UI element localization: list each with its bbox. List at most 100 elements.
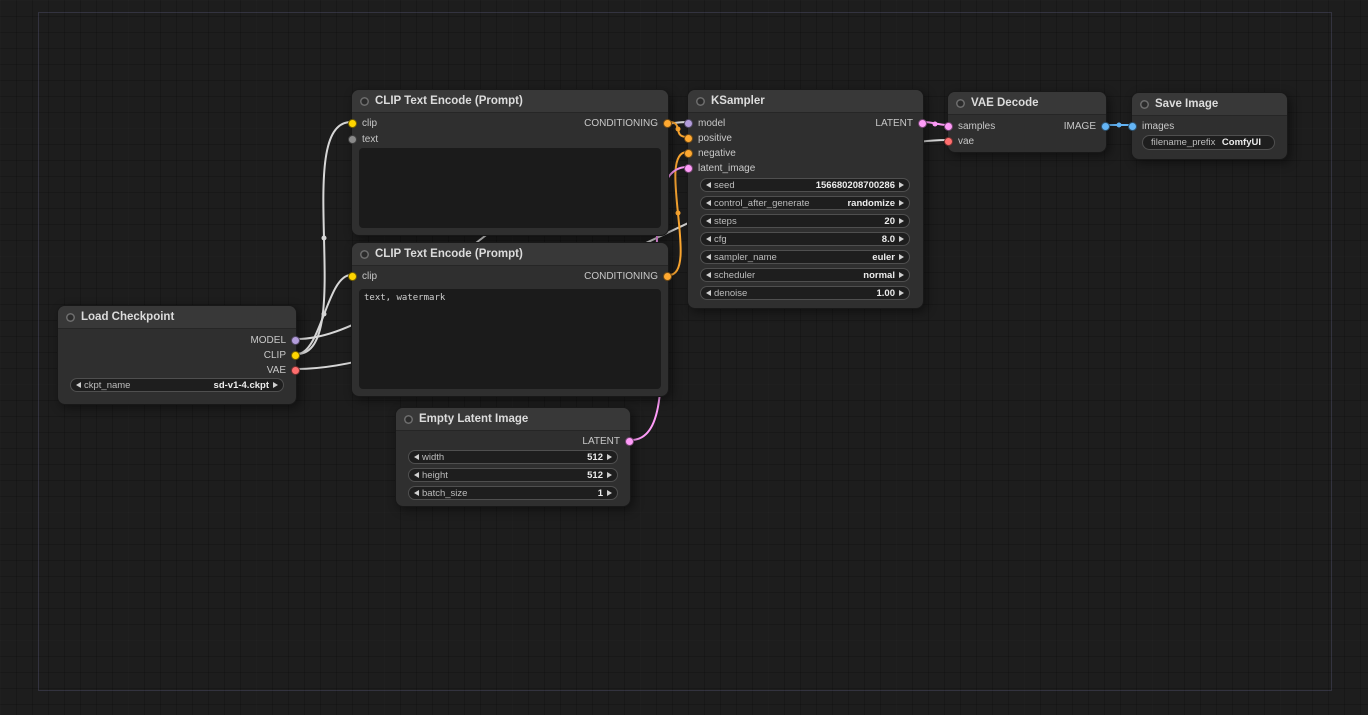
node-title-bar[interactable]: Save Image xyxy=(1132,93,1287,116)
steps-widget[interactable]: steps 20 xyxy=(700,214,910,228)
conditioning-port-dot[interactable] xyxy=(663,272,672,281)
input-port-positive[interactable]: positive xyxy=(684,131,732,145)
cfg-widget[interactable]: cfg 8.0 xyxy=(700,232,910,246)
denoise-widget[interactable]: denoise 1.00 xyxy=(700,286,910,300)
filename-prefix-widget[interactable]: filename_prefix ComfyUI xyxy=(1142,135,1275,150)
clip-port-dot[interactable] xyxy=(348,272,357,281)
increment-arrow-icon[interactable] xyxy=(899,290,904,296)
conditioning-port-dot[interactable] xyxy=(684,134,693,143)
collapse-toggle-icon[interactable] xyxy=(360,250,369,259)
node-title-bar[interactable]: VAE Decode xyxy=(948,92,1106,115)
node-title: CLIP Text Encode (Prompt) xyxy=(375,248,523,260)
increment-arrow-icon[interactable] xyxy=(899,272,904,278)
node-load-checkpoint[interactable]: Load Checkpoint MODEL CLIP VAE ckpt_name… xyxy=(57,305,297,405)
input-port-images[interactable]: images xyxy=(1128,119,1174,133)
node-ksampler[interactable]: KSampler model positive negative latent_… xyxy=(687,89,924,309)
decrement-arrow-icon[interactable] xyxy=(76,382,81,388)
input-port-text[interactable]: text xyxy=(348,132,378,146)
width-widget[interactable]: width 512 xyxy=(408,450,618,464)
latent-port-dot[interactable] xyxy=(918,119,927,128)
decrement-arrow-icon[interactable] xyxy=(706,254,711,260)
collapse-toggle-icon[interactable] xyxy=(404,415,413,424)
input-port-model[interactable]: model xyxy=(684,116,725,130)
control-after-generate-widget[interactable]: control_after_generate randomize xyxy=(700,196,910,210)
scheduler-widget[interactable]: scheduler normal xyxy=(700,268,910,282)
prompt-textarea[interactable] xyxy=(359,148,661,228)
node-clip-text-encode-positive[interactable]: CLIP Text Encode (Prompt) clip text COND… xyxy=(351,89,669,236)
model-port-dot[interactable] xyxy=(291,336,300,345)
prompt-textarea[interactable]: text, watermark xyxy=(359,289,661,389)
link-midpoint-dot xyxy=(933,122,938,127)
latent-port-dot[interactable] xyxy=(684,164,693,173)
latent-port-dot[interactable] xyxy=(944,122,953,131)
output-port-latent[interactable]: LATENT xyxy=(875,116,927,130)
decrement-arrow-icon[interactable] xyxy=(414,472,419,478)
node-clip-text-encode-negative[interactable]: CLIP Text Encode (Prompt) clip CONDITION… xyxy=(351,242,669,397)
sampler-name-widget[interactable]: sampler_name euler xyxy=(700,250,910,264)
output-port-conditioning[interactable]: CONDITIONING xyxy=(584,116,672,130)
conditioning-port-dot[interactable] xyxy=(684,149,693,158)
collapse-toggle-icon[interactable] xyxy=(360,97,369,106)
input-port-latent-image[interactable]: latent_image xyxy=(684,161,755,175)
vae-port-dot[interactable] xyxy=(291,366,300,375)
height-widget[interactable]: height 512 xyxy=(408,468,618,482)
output-port-model[interactable]: MODEL xyxy=(250,333,300,347)
input-port-samples[interactable]: samples xyxy=(944,119,995,133)
node-title-bar[interactable]: Load Checkpoint xyxy=(58,306,296,329)
decrement-arrow-icon[interactable] xyxy=(414,490,419,496)
increment-arrow-icon[interactable] xyxy=(899,218,904,224)
increment-arrow-icon[interactable] xyxy=(607,472,612,478)
output-port-vae[interactable]: VAE xyxy=(267,363,300,377)
model-port-dot[interactable] xyxy=(684,119,693,128)
output-port-conditioning[interactable]: CONDITIONING xyxy=(584,269,672,283)
increment-arrow-icon[interactable] xyxy=(899,236,904,242)
node-title-bar[interactable]: CLIP Text Encode (Prompt) xyxy=(352,90,668,113)
node-title: VAE Decode xyxy=(971,97,1039,109)
increment-arrow-icon[interactable] xyxy=(607,490,612,496)
link-midpoint-dot xyxy=(322,236,327,241)
decrement-arrow-icon[interactable] xyxy=(706,182,711,188)
decrement-arrow-icon[interactable] xyxy=(706,272,711,278)
batch-size-widget[interactable]: batch_size 1 xyxy=(408,486,618,500)
node-title-bar[interactable]: Empty Latent Image xyxy=(396,408,630,431)
image-port-dot[interactable] xyxy=(1101,122,1110,131)
collapse-toggle-icon[interactable] xyxy=(956,99,965,108)
increment-arrow-icon[interactable] xyxy=(607,454,612,460)
ckpt-name-widget[interactable]: ckpt_name sd-v1-4.ckpt xyxy=(70,378,284,392)
clip-port-dot[interactable] xyxy=(348,119,357,128)
graph-canvas[interactable]: Load Checkpoint MODEL CLIP VAE ckpt_name… xyxy=(0,0,1368,715)
output-port-latent[interactable]: LATENT xyxy=(582,434,634,448)
node-title-bar[interactable]: KSampler xyxy=(688,90,923,113)
input-port-negative[interactable]: negative xyxy=(684,146,736,160)
increment-arrow-icon[interactable] xyxy=(899,182,904,188)
output-port-clip[interactable]: CLIP xyxy=(264,348,300,362)
collapse-toggle-icon[interactable] xyxy=(1140,100,1149,109)
node-save-image[interactable]: Save Image images filename_prefix ComfyU… xyxy=(1131,92,1288,160)
seed-widget[interactable]: seed 156680208700286 xyxy=(700,178,910,192)
increment-arrow-icon[interactable] xyxy=(899,200,904,206)
decrement-arrow-icon[interactable] xyxy=(706,290,711,296)
collapse-toggle-icon[interactable] xyxy=(66,313,75,322)
input-port-vae[interactable]: vae xyxy=(944,134,974,148)
node-empty-latent-image[interactable]: Empty Latent Image LATENT width 512 heig… xyxy=(395,407,631,507)
output-port-image[interactable]: IMAGE xyxy=(1064,119,1110,133)
decrement-arrow-icon[interactable] xyxy=(706,218,711,224)
collapse-toggle-icon[interactable] xyxy=(696,97,705,106)
node-title: KSampler xyxy=(711,95,765,107)
input-port-clip[interactable]: clip xyxy=(348,116,377,130)
conditioning-port-dot[interactable] xyxy=(663,119,672,128)
vae-port-dot[interactable] xyxy=(944,137,953,146)
decrement-arrow-icon[interactable] xyxy=(414,454,419,460)
node-vae-decode[interactable]: VAE Decode samples vae IMAGE xyxy=(947,91,1107,153)
increment-arrow-icon[interactable] xyxy=(899,254,904,260)
image-port-dot[interactable] xyxy=(1128,122,1137,131)
increment-arrow-icon[interactable] xyxy=(273,382,278,388)
decrement-arrow-icon[interactable] xyxy=(706,236,711,242)
clip-port-dot[interactable] xyxy=(291,351,300,360)
latent-port-dot[interactable] xyxy=(625,437,634,446)
text-port-dot[interactable] xyxy=(348,135,357,144)
decrement-arrow-icon[interactable] xyxy=(706,200,711,206)
node-title-bar[interactable]: CLIP Text Encode (Prompt) xyxy=(352,243,668,266)
node-title: Empty Latent Image xyxy=(419,413,528,425)
input-port-clip[interactable]: clip xyxy=(348,269,377,283)
